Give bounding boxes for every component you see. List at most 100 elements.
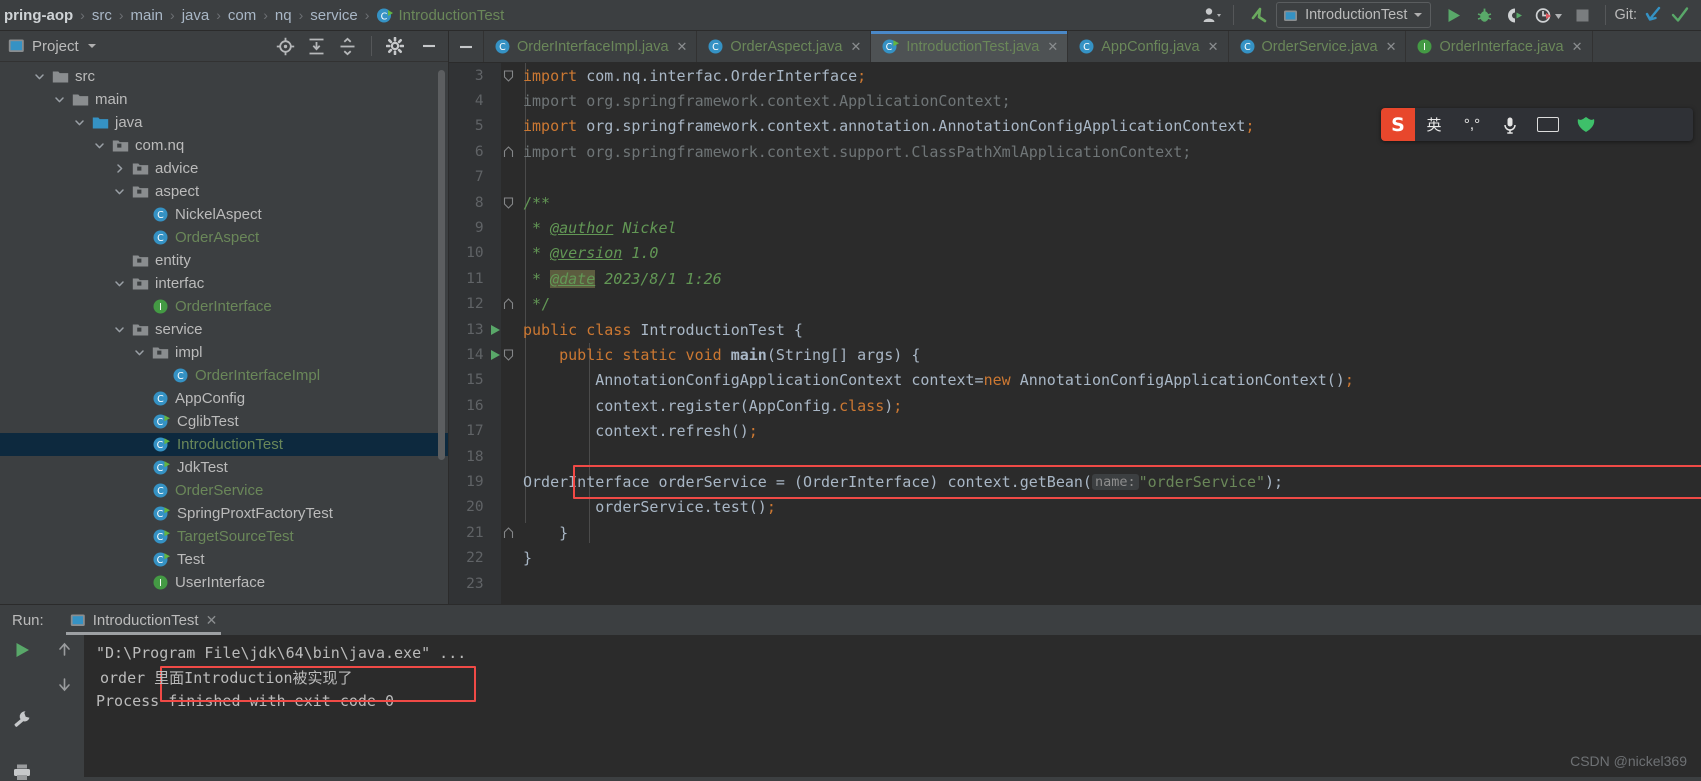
tree-item-interfac[interactable]: interfac	[0, 272, 448, 295]
breadcrumb-item-nq[interactable]: nq	[273, 7, 294, 24]
tree-item-orderaspect[interactable]: C OrderAspect	[0, 226, 448, 249]
fold-bottom-icon[interactable]	[502, 298, 515, 310]
breadcrumb-item-com[interactable]: com	[226, 7, 258, 24]
profiler-icon[interactable]	[1529, 3, 1567, 27]
tree-item-orderinterfaceimpl[interactable]: C OrderInterfaceImpl	[0, 364, 448, 387]
editor-tab-orderservice-java[interactable]: C OrderService.java ✕	[1229, 31, 1407, 62]
tree-scrollbar[interactable]	[438, 70, 445, 460]
editor-tab-orderinterface-java[interactable]: I OrderInterface.java ✕	[1406, 31, 1593, 62]
tree-item-aspect[interactable]: aspect	[0, 180, 448, 203]
tree-item-test[interactable]: C Test	[0, 548, 448, 571]
debug-bug-icon[interactable]	[1469, 3, 1499, 27]
code-editor[interactable]: 3 4 5 6 7 8 9 10 11 12 13 14 15 16 17 18 19 20 21 22 23 impo…	[449, 63, 1701, 604]
run-panel-left-actions	[0, 635, 44, 780]
gutter-row: 18	[449, 444, 515, 469]
breadcrumb-item-main[interactable]: main	[129, 7, 166, 24]
run-with-coverage-icon[interactable]	[1499, 3, 1529, 27]
close-icon[interactable]: ✕	[1047, 39, 1058, 55]
fold-bottom-icon[interactable]	[502, 527, 515, 539]
expand-all-icon[interactable]	[307, 37, 326, 56]
gear-icon[interactable]	[386, 37, 404, 55]
breadcrumb-item-src[interactable]: src	[90, 7, 114, 24]
locate-target-icon[interactable]	[276, 37, 295, 56]
close-icon[interactable]: ✕	[1386, 39, 1397, 55]
package-icon	[132, 276, 149, 291]
close-icon[interactable]: ✕	[677, 39, 688, 55]
git-update-arrow-icon[interactable]	[1641, 3, 1667, 27]
toolbox-fan-icon[interactable]	[1567, 108, 1605, 141]
tree-item-entity[interactable]: entity	[0, 249, 448, 272]
print-icon[interactable]	[12, 763, 32, 781]
chevron-down-icon[interactable]	[90, 140, 108, 151]
chevron-down-icon[interactable]	[110, 186, 128, 197]
sogou-logo-icon[interactable]: S	[1381, 108, 1415, 141]
keyboard-icon[interactable]	[1529, 108, 1567, 141]
ime-punctuation-mode[interactable]: °,°	[1453, 108, 1491, 141]
chevron-right-icon[interactable]	[110, 163, 128, 174]
chevron-down-icon[interactable]	[110, 278, 128, 289]
editor-gutter[interactable]: 3 4 5 6 7 8 9 10 11 12 13 14 15 16 17 18 19 20 21 22 23	[449, 63, 515, 604]
hide-minus-icon[interactable]	[420, 37, 438, 55]
breadcrumb-item-project[interactable]: pring-aop	[2, 7, 75, 24]
fold-top-icon[interactable]	[502, 349, 515, 361]
close-icon[interactable]: ✕	[1208, 39, 1219, 55]
tree-item-appconfig[interactable]: C AppConfig	[0, 387, 448, 410]
tree-item-nickelaspect[interactable]: C NickelAspect	[0, 203, 448, 226]
fold-top-icon[interactable]	[502, 70, 515, 82]
back-arrow-icon[interactable]	[1242, 3, 1276, 27]
close-icon[interactable]: ✕	[206, 612, 218, 629]
ime-language-mode[interactable]: 英	[1415, 108, 1453, 141]
chevron-down-icon[interactable]	[70, 117, 88, 128]
tree-item-service[interactable]: service	[0, 318, 448, 341]
gutter-run-icon[interactable]	[488, 324, 503, 336]
code-line-13: public class IntroductionTest {	[523, 320, 803, 339]
editor-tab-appconfig-java[interactable]: C AppConfig.java ✕	[1068, 31, 1229, 62]
gutter-run-icon[interactable]	[488, 349, 503, 361]
editor-tab-introductiontest-java[interactable]: C IntroductionTest.java ✕	[871, 31, 1069, 62]
chevron-down-icon[interactable]	[30, 71, 48, 82]
tree-item-impl[interactable]: impl	[0, 341, 448, 364]
down-arrow-icon[interactable]	[56, 676, 73, 693]
run-configuration-selector[interactable]: IntroductionTest	[1276, 2, 1432, 28]
run-tab-introductiontest[interactable]: IntroductionTest ✕	[62, 605, 226, 635]
close-icon[interactable]: ✕	[1572, 39, 1583, 55]
close-icon[interactable]: ✕	[850, 39, 861, 55]
breadcrumb-item-introductiontest[interactable]: IntroductionTest	[396, 7, 506, 24]
tree-item-com-nq[interactable]: com.nq	[0, 134, 448, 157]
code-text-area[interactable]: import com.nq.interfac.OrderInterface; i…	[515, 63, 1701, 604]
breadcrumb-item-service[interactable]: service	[308, 7, 360, 24]
editor-tab-orderaspect-java[interactable]: C OrderAspect.java ✕	[697, 31, 872, 62]
tree-item-src[interactable]: src	[0, 65, 448, 88]
rerun-play-icon[interactable]	[13, 641, 31, 659]
tree-item-orderinterface[interactable]: I OrderInterface	[0, 295, 448, 318]
fold-top-icon[interactable]	[502, 197, 515, 209]
user-avatar-icon[interactable]	[1199, 3, 1225, 27]
collapse-all-icon[interactable]	[338, 37, 357, 56]
tree-item-orderservice[interactable]: C OrderService	[0, 479, 448, 502]
ime-floating-toolbar[interactable]: S 英 °,°	[1381, 108, 1693, 141]
hide-editor-minus-icon[interactable]	[449, 31, 484, 62]
tree-item-springproxtfactorytest[interactable]: C SpringProxtFactoryTest	[0, 502, 448, 525]
tree-item-cglibtest[interactable]: C CglibTest	[0, 410, 448, 433]
editor-tab-orderinterfaceimpl-java[interactable]: C OrderInterfaceImpl.java ✕	[484, 31, 698, 62]
tree-item-targetsourcetest[interactable]: C TargetSourceTest	[0, 525, 448, 548]
tree-item-jdktest[interactable]: C JdkTest	[0, 456, 448, 479]
wrench-icon[interactable]	[12, 709, 32, 729]
microphone-icon[interactable]	[1491, 108, 1529, 141]
tree-item-introductiontest[interactable]: C IntroductionTest	[0, 433, 448, 456]
tree-item-userinterface[interactable]: I UserInterface	[0, 571, 448, 594]
tree-item-main[interactable]: main	[0, 88, 448, 111]
tree-item-java[interactable]: java	[0, 111, 448, 134]
chevron-down-icon[interactable]	[50, 94, 68, 105]
tree-item-advice[interactable]: advice	[0, 157, 448, 180]
project-tree[interactable]: src main java com.nq advice aspect C NickelAspe…	[0, 62, 448, 604]
breadcrumb-item-java[interactable]: java	[180, 7, 212, 24]
chevron-down-icon[interactable]	[110, 324, 128, 335]
run-play-icon[interactable]	[1437, 3, 1469, 27]
fold-bottom-icon[interactable]	[502, 146, 515, 158]
chevron-down-icon[interactable]	[87, 44, 96, 48]
chevron-down-icon[interactable]	[130, 347, 148, 358]
git-commit-check-icon[interactable]	[1667, 3, 1693, 27]
up-arrow-icon[interactable]	[56, 641, 73, 658]
console-output[interactable]: CSDN @nickel369 "D:\Program File\jdk\64\…	[84, 635, 1701, 777]
